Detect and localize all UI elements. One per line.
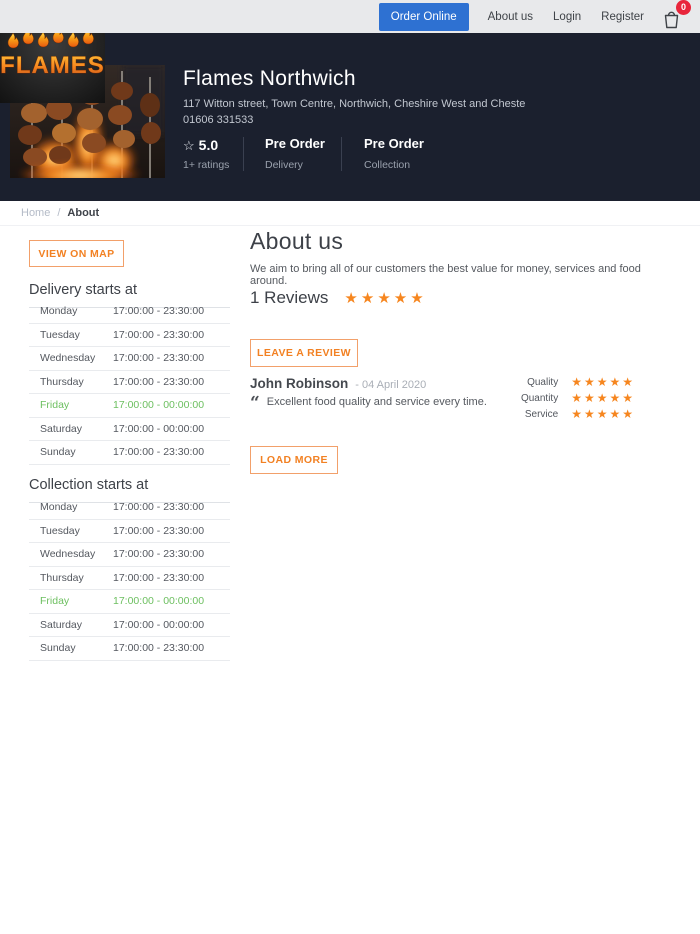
review-body: “ Excellent food quality and service eve… — [250, 393, 487, 413]
rating-row-service: Service ★★★★★ — [524, 407, 635, 421]
review-item-header: John Robinson - 04 April 2020 — [250, 376, 426, 391]
quote-icon: “ — [250, 393, 260, 413]
reviews-header: 1 Reviews ★★★★★ — [250, 288, 427, 308]
table-row: Monday 17:00:00 - 23:30:00 — [29, 300, 230, 324]
rating-row-quality: Quality ★★★★★ — [527, 375, 635, 389]
breadcrumb: Home / About — [0, 201, 700, 226]
preorder-delivery-subtitle: Delivery — [265, 159, 303, 171]
restaurant-phone: 01606 331533 — [183, 114, 254, 126]
reviews-count-title: 1 Reviews — [250, 288, 329, 307]
view-on-map-button[interactable]: VIEW ON MAP — [29, 240, 124, 267]
cart-count-badge: 0 — [676, 0, 691, 15]
rating-count: 1+ ratings — [183, 159, 230, 171]
header-divider — [243, 137, 244, 171]
collection-hours-table: Monday 17:00:00 - 23:30:00 Tuesday 17:00:0… — [29, 496, 230, 661]
preorder-collection-title: Pre Order — [364, 136, 424, 151]
header-divider — [341, 137, 342, 171]
rating-row-quantity: Quantity ★★★★★ — [520, 391, 635, 405]
table-row: Saturday 17:00:00 - 00:00:00 — [29, 418, 230, 441]
table-row: Sunday 17:00:00 - 23:30:00 — [29, 637, 230, 661]
table-row-today: Friday 17:00:00 - 00:00:00 — [29, 394, 230, 418]
rating-score: ☆ 5.0 — [183, 137, 219, 153]
breadcrumb-separator: / — [57, 207, 61, 219]
top-nav-bar: Order Online About us Login Register 0 — [0, 0, 700, 33]
table-row: Saturday 17:00:00 - 00:00:00 — [29, 614, 230, 637]
table-row-today: Friday 17:00:00 - 00:00:00 — [29, 590, 230, 614]
order-online-button[interactable]: Order Online — [378, 2, 469, 31]
reviewer-name: John Robinson — [250, 376, 349, 391]
star-rating-icons: ★★★★★ — [571, 391, 635, 405]
table-row: Monday 17:00:00 - 23:30:00 — [29, 496, 230, 520]
restaurant-header: FLAMES Flames Northwich 117 Witton stree… — [0, 3, 700, 201]
nav-link-register[interactable]: Register — [601, 11, 644, 23]
breadcrumb-current: About — [67, 207, 100, 219]
star-outline-icon: ☆ — [183, 138, 195, 153]
nav-link-login[interactable]: Login — [553, 11, 581, 23]
table-row: Wednesday 17:00:00 - 23:30:00 — [29, 347, 230, 371]
breadcrumb-home-link[interactable]: Home — [21, 207, 50, 219]
delivery-hours-table: Monday 17:00:00 - 23:30:00 Tuesday 17:00:0… — [29, 300, 230, 465]
table-row: Thursday 17:00:00 - 23:30:00 — [29, 567, 230, 590]
leave-review-button[interactable]: LEAVE A REVIEW — [250, 339, 358, 367]
restaurant-name: Flames Northwich — [183, 67, 356, 90]
star-rating-icons: ★★★★★ — [571, 407, 635, 421]
logo-text: FLAMES — [0, 52, 105, 79]
review-rating-breakdown: Quality ★★★★★ Quantity ★★★★★ Service ★★★… — [490, 374, 635, 422]
table-row: Tuesday 17:00:00 - 23:30:00 — [29, 324, 230, 347]
table-row: Wednesday 17:00:00 - 23:30:00 — [29, 543, 230, 567]
star-rating-icons: ★★★★★ — [344, 290, 427, 307]
review-date: - 04 April 2020 — [355, 379, 427, 391]
restaurant-address: 117 Witton street, Town Centre, Northwic… — [183, 98, 526, 110]
about-description: We aim to bring all of our customers the… — [250, 263, 641, 287]
preorder-collection-subtitle: Collection — [364, 159, 411, 171]
table-row: Tuesday 17:00:00 - 23:30:00 — [29, 520, 230, 543]
page-title: About us — [250, 228, 344, 254]
load-more-button[interactable]: LOAD MORE — [250, 446, 338, 474]
table-row: Thursday 17:00:00 - 23:30:00 — [29, 371, 230, 394]
nav-link-about-us[interactable]: About us — [488, 11, 533, 23]
cart-button[interactable]: 0 — [662, 0, 691, 29]
page: Order Online About us Login Register 0 F… — [0, 0, 700, 934]
table-row: Sunday 17:00:00 - 23:30:00 — [29, 441, 230, 465]
star-rating-icons: ★★★★★ — [571, 375, 635, 389]
review-text: Excellent food quality and service every… — [266, 396, 487, 408]
preorder-delivery-title: Pre Order — [265, 136, 325, 151]
